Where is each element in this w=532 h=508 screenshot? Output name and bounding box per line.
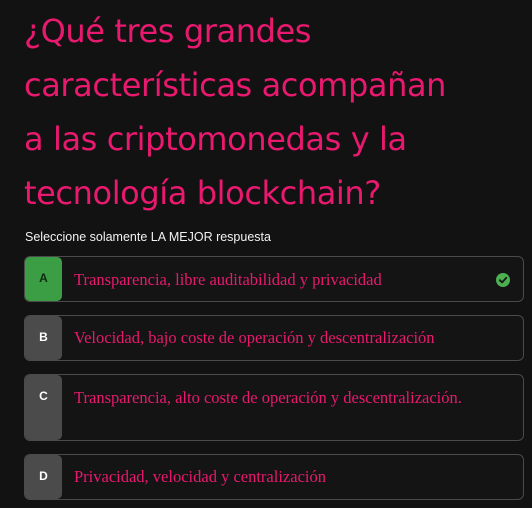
answer-text: Velocidad, bajo coste de operación y des…: [74, 328, 435, 347]
question-title: ¿Qué tres grandes características acompañ…: [24, 4, 524, 220]
answer-text: Privacidad, velocidad y centralización: [74, 467, 326, 486]
answer-letter: D: [39, 469, 48, 483]
answer-text: Transparencia, libre auditabilidad y pri…: [74, 270, 382, 289]
question-line-4: tecnología blockchain?: [24, 174, 381, 212]
answer-option-a[interactable]: A Transparencia, libre auditabilidad y p…: [24, 256, 524, 302]
answer-letter: B: [39, 330, 48, 344]
instruction-text: Seleccione solamente LA MEJOR respuesta: [25, 230, 271, 244]
answer-option-c[interactable]: C Transparencia, alto coste de operación…: [24, 374, 524, 441]
answer-option-d[interactable]: D Privacidad, velocidad y centralización: [24, 454, 524, 500]
answer-letter-badge: B: [25, 316, 62, 360]
answer-option-b[interactable]: B Velocidad, bajo coste de operación y d…: [24, 315, 524, 361]
answer-text: Transparencia, alto coste de operación y…: [74, 388, 462, 407]
answer-letter: C: [39, 389, 48, 403]
answer-letter-badge: A: [25, 257, 62, 301]
answer-letter-badge: C: [25, 375, 62, 440]
check-circle-icon: [496, 273, 510, 287]
answer-letter: A: [39, 271, 48, 285]
answer-letter-badge: D: [25, 455, 62, 499]
question-line-1: ¿Qué tres grandes: [24, 12, 312, 50]
question-line-3: a las criptomonedas y la: [24, 120, 407, 158]
question-line-2: características acompañan: [24, 66, 447, 104]
